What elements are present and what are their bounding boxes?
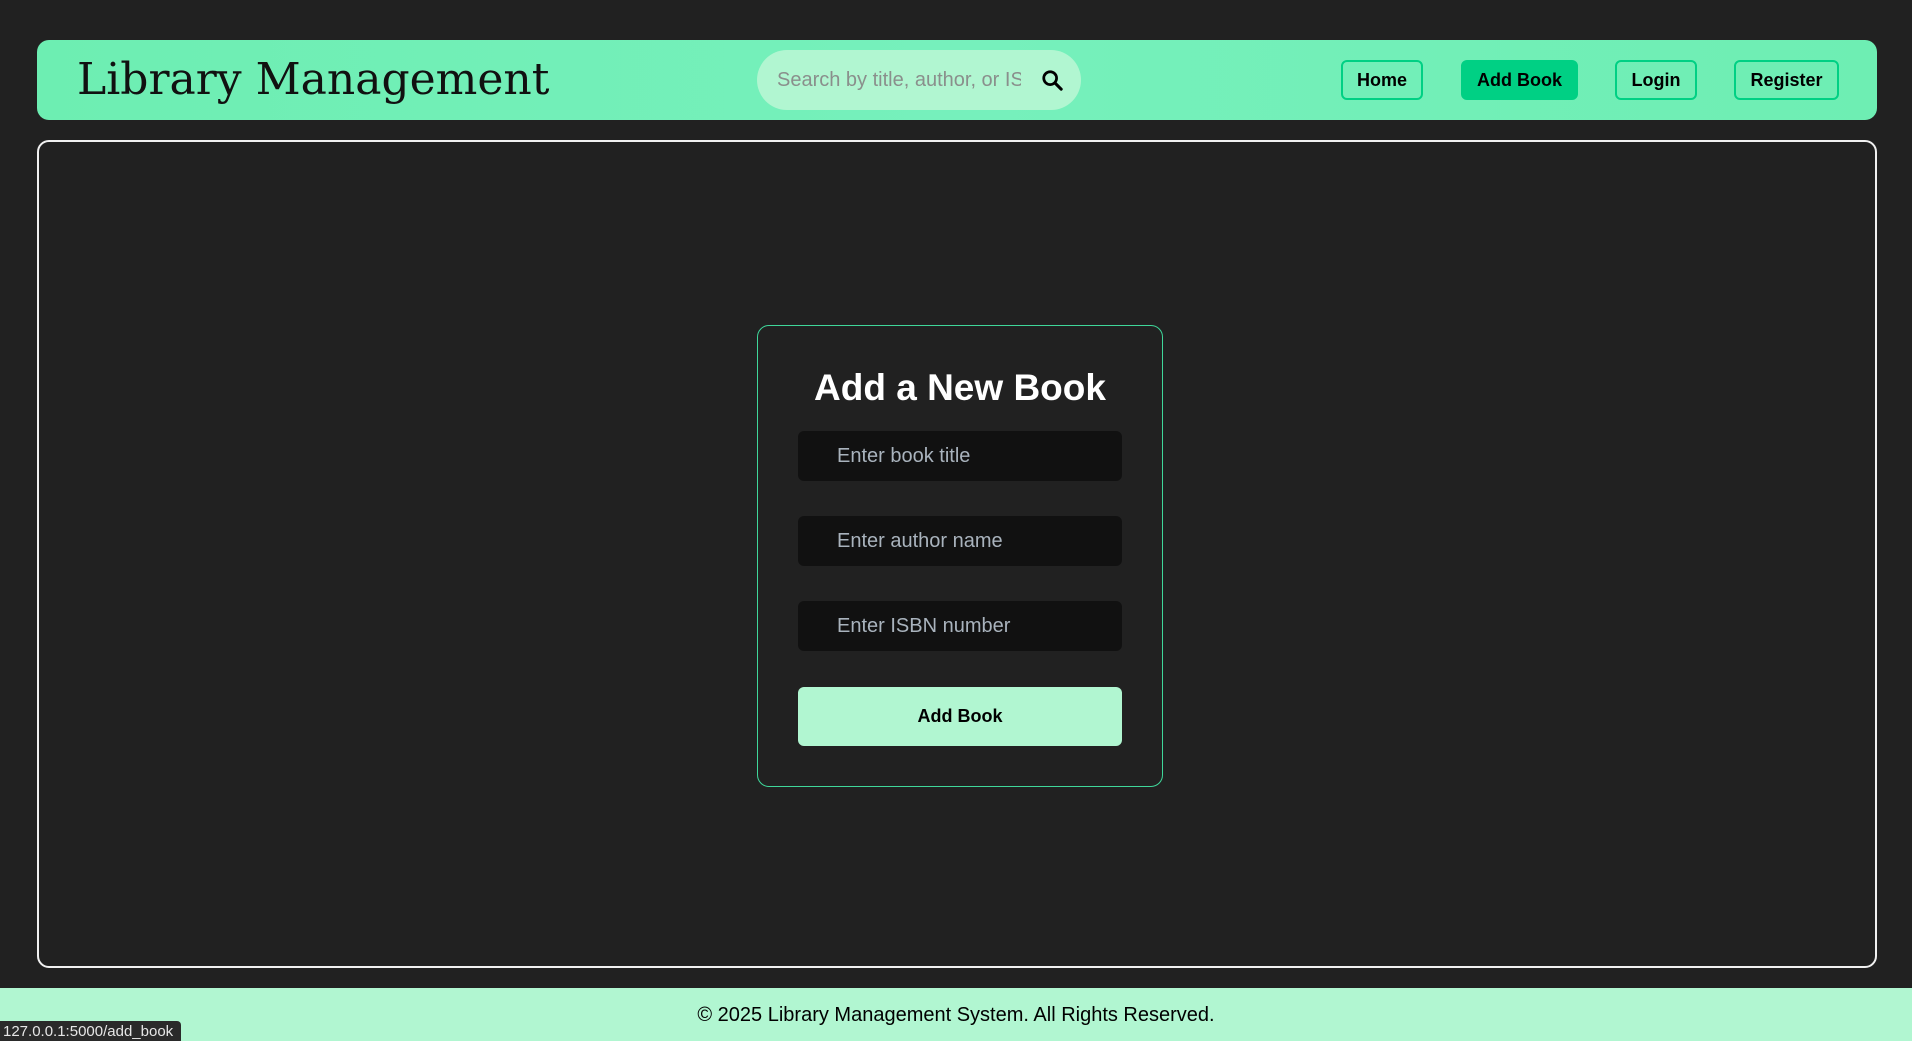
search-button[interactable] [1037, 65, 1067, 95]
status-bar-url: 127.0.0.1:5000/add_book [0, 1021, 182, 1041]
footer-copyright: © 2025 Library Management System. All Ri… [697, 1004, 1215, 1026]
nav-home-button[interactable]: Home [1341, 60, 1423, 100]
add-book-submit-button[interactable]: Add Book [798, 687, 1122, 746]
author-name-input[interactable] [798, 516, 1122, 566]
search-input[interactable] [777, 68, 1021, 92]
nav-register-button[interactable]: Register [1734, 60, 1839, 100]
brand-title: Library Management [77, 54, 550, 105]
nav-add-book-button[interactable]: Add Book [1461, 60, 1578, 100]
nav-login-button[interactable]: Login [1615, 60, 1697, 100]
site-footer: © 2025 Library Management System. All Ri… [0, 988, 1912, 1041]
search-icon [1042, 70, 1063, 91]
site-header: Library Management Home Add Book Login R… [37, 40, 1877, 120]
isbn-input[interactable] [798, 601, 1122, 651]
book-title-input[interactable] [798, 431, 1122, 481]
main-content: Add a New Book Add Book [37, 140, 1877, 968]
add-book-form: Add a New Book Add Book [757, 325, 1163, 787]
form-title: Add a New Book [814, 367, 1106, 408]
search-bar [757, 50, 1081, 110]
